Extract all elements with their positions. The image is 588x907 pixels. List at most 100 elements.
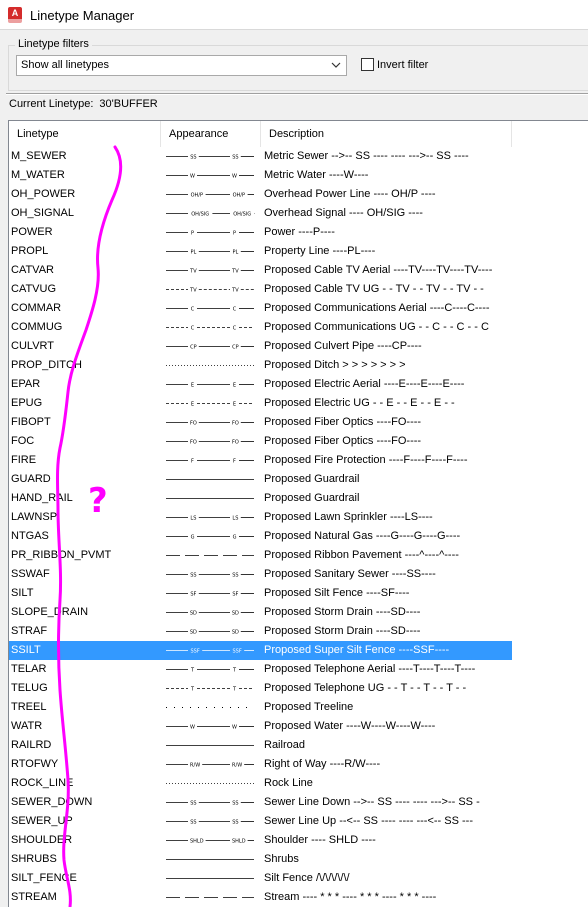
linetype-name: SSILT xyxy=(11,644,41,656)
linetype-appearance: SD SD xyxy=(166,603,256,622)
list-item[interactable]: OH_POWER OH/P OH/P Overhead Power Line ----… xyxy=(9,185,512,204)
linetype-list[interactable]: Linetype Appearance Description M_SEWER S… xyxy=(8,120,588,907)
appearance-label: SS xyxy=(190,573,196,579)
linetype-appearance: SS SS xyxy=(166,147,256,166)
list-item[interactable]: RAILRD Railroad xyxy=(9,736,512,755)
list-item[interactable]: FIBOPT FO FO Proposed Fiber Optics ----FO--… xyxy=(9,413,512,432)
list-item[interactable]: PROP_DITCH Proposed Ditch > > > > > > > xyxy=(9,356,512,375)
window-title: Linetype Manager xyxy=(30,8,135,23)
list-item[interactable]: LAWNSP LS LS Proposed Lawn Sprinkler ----LS… xyxy=(9,508,512,527)
linetype-filter-dropdown[interactable]: Show all linetypes xyxy=(16,55,347,76)
list-item[interactable]: CATVUG TV TV Proposed Cable TV UG - - TV - … xyxy=(9,280,512,299)
appearance-label: P xyxy=(191,231,194,237)
linetype-name: ROCK_LINE xyxy=(11,777,74,789)
list-item[interactable]: COMMAR C C Proposed Communications Aerial -… xyxy=(9,299,512,318)
list-item[interactable]: CULVRT CP CP Proposed Culvert Pipe ----CP--… xyxy=(9,337,512,356)
appearance-label: FO xyxy=(232,440,239,446)
list-item[interactable]: TELUG T T Proposed Telephone UG - - T - - T… xyxy=(9,679,512,698)
linetype-appearance: CP CP xyxy=(166,337,256,356)
appearance-label: SHLD xyxy=(232,839,246,845)
list-item[interactable]: SILT SF SF Proposed Silt Fence ----SF---- xyxy=(9,584,512,603)
linetype-appearance xyxy=(166,774,256,793)
appearance-label: FO xyxy=(190,440,197,446)
list-item[interactable]: POWER P P Power ----P---- xyxy=(9,223,512,242)
appearance-label: T xyxy=(190,668,195,674)
list-item[interactable]: SSWAF SS SS Proposed Sanitary Sewer ----SS-… xyxy=(9,565,512,584)
linetype-appearance xyxy=(166,698,256,717)
list-item[interactable]: SSILT SSF SSF Proposed Super Silt Fence ---… xyxy=(9,641,512,660)
list-item[interactable]: SILT_FENCE Silt Fence /\/\/\/\/\/ xyxy=(9,869,512,888)
appearance-label: F xyxy=(191,459,194,465)
list-item[interactable]: EPAR E E Proposed Electric Aerial ----E----… xyxy=(9,375,512,394)
invert-filter-label[interactable]: Invert filter xyxy=(377,59,428,71)
list-item[interactable]: SHRUBS Shrubs xyxy=(9,850,512,869)
linetype-name: RAILRD xyxy=(11,739,52,751)
linetype-description: Proposed Electric UG - - E - - E - - E -… xyxy=(264,397,455,409)
list-item[interactable]: FOC FO FO Proposed Fiber Optics ----FO---- xyxy=(9,432,512,451)
list-item[interactable]: RTOFWY R/W R/W Right of Way ----R/W---- xyxy=(9,755,512,774)
list-item[interactable]: SEWER_DOWN SS SS Sewer Line Down -->-- SS -… xyxy=(9,793,512,812)
linetype-description: Proposed Telephone UG - - T - - T - - T … xyxy=(264,682,467,694)
linetype-appearance xyxy=(166,546,256,565)
appearance-label: SS xyxy=(232,155,238,161)
linetype-description: Proposed Communications UG - - C - - C -… xyxy=(264,321,489,333)
linetype-name: TELUG xyxy=(11,682,48,694)
list-item[interactable]: HAND_RAIL Proposed Guardrail xyxy=(9,489,512,508)
linetype-description: Right of Way ----R/W---- xyxy=(264,758,381,770)
linetype-name: HAND_RAIL xyxy=(11,492,73,504)
appearance-label: C xyxy=(191,326,195,332)
linetype-appearance xyxy=(166,888,256,907)
list-item[interactable]: STREAM Stream ---- * * * ---- * * * ---- … xyxy=(9,888,512,907)
autocad-icon: A xyxy=(8,7,22,23)
appearance-label: T xyxy=(190,687,195,693)
list-item[interactable]: CATVAR TV TV Proposed Cable TV Aerial ----T… xyxy=(9,261,512,280)
list-item[interactable]: STRAF SD SD Proposed Storm Drain ----SD---- xyxy=(9,622,512,641)
invert-filter-checkbox[interactable] xyxy=(361,58,374,71)
list-item[interactable]: M_SEWER SS SS Metric Sewer -->-- SS ---- --… xyxy=(9,147,512,166)
appearance-label: CP xyxy=(190,345,197,351)
list-item[interactable]: M_WATER W W Metric Water ----W---- xyxy=(9,166,512,185)
appearance-label: SD xyxy=(190,630,197,636)
column-header-appearance[interactable]: Appearance xyxy=(161,121,261,147)
list-item[interactable]: TELAR T T Proposed Telephone Aerial ----T--… xyxy=(9,660,512,679)
list-item[interactable]: COMMUG C C Proposed Communications UG - - C… xyxy=(9,318,512,337)
linetype-name: PROPL xyxy=(11,245,49,257)
appearance-label: SS xyxy=(190,801,196,807)
linetype-description: Proposed Treeline xyxy=(264,701,354,713)
list-item[interactable]: SHOULDER SHLD SHLD Shoulder ---- SHLD ---- xyxy=(9,831,512,850)
list-item[interactable]: PROPL PL PL Property Line ----PL---- xyxy=(9,242,512,261)
linetype-name: CULVRT xyxy=(11,340,54,352)
list-item[interactable]: SEWER_UP SS SS Sewer Line Up --<-- SS ---- … xyxy=(9,812,512,831)
list-item[interactable]: OH_SIGNAL OH/SIG OH/SIG Overhead Signal ---… xyxy=(9,204,512,223)
linetype-appearance: SS SS xyxy=(166,793,256,812)
linetype-name: LAWNSP xyxy=(11,511,58,523)
appearance-label: TV xyxy=(231,269,239,275)
column-header-description[interactable]: Description xyxy=(261,121,512,147)
linetype-appearance: SF SF xyxy=(166,584,256,603)
list-item[interactable]: TREEL Proposed Treeline xyxy=(9,698,512,717)
appearance-label: G xyxy=(233,535,237,541)
linetype-appearance: SHLD SHLD xyxy=(166,831,256,850)
linetype-name: TREEL xyxy=(11,701,47,713)
list-item[interactable]: FIRE F F Proposed Fire Protection ----F----… xyxy=(9,451,512,470)
linetype-appearance: EE xyxy=(166,394,256,413)
list-item[interactable]: ROCK_LINE Rock Line xyxy=(9,774,512,793)
linetype-description: Proposed Silt Fence ----SF---- xyxy=(264,587,410,599)
list-item[interactable]: PR_RIBBON_PVMT Proposed Ribbon Pavement -… xyxy=(9,546,512,565)
linetype-name: GUARD xyxy=(11,473,51,485)
column-header-linetype[interactable]: Linetype xyxy=(9,121,161,147)
linetype-name: NTGAS xyxy=(11,530,49,542)
appearance-label: CP xyxy=(232,345,239,351)
list-item[interactable]: GUARD Proposed Guardrail xyxy=(9,470,512,489)
list-item[interactable]: WATR W W Proposed Water ----W----W----W---- xyxy=(9,717,512,736)
list-item[interactable]: NTGAS G G Proposed Natural Gas ----G----G--… xyxy=(9,527,512,546)
linetype-name: PROP_DITCH xyxy=(11,359,82,371)
linetype-appearance: EE xyxy=(166,375,256,394)
linetype-description: Proposed Sanitary Sewer ----SS---- xyxy=(264,568,436,580)
linetype-description: Proposed Super Silt Fence ----SSF---- xyxy=(264,644,450,656)
linetype-name: COMMAR xyxy=(11,302,62,314)
linetype-name: COMMUG xyxy=(11,321,63,333)
linetype-appearance: WW xyxy=(166,717,256,736)
list-item[interactable]: SLOPE_DRAIN SD SD Proposed Storm Drain ----… xyxy=(9,603,512,622)
list-item[interactable]: EPUG E E Proposed Electric UG - - E - - E -… xyxy=(9,394,512,413)
